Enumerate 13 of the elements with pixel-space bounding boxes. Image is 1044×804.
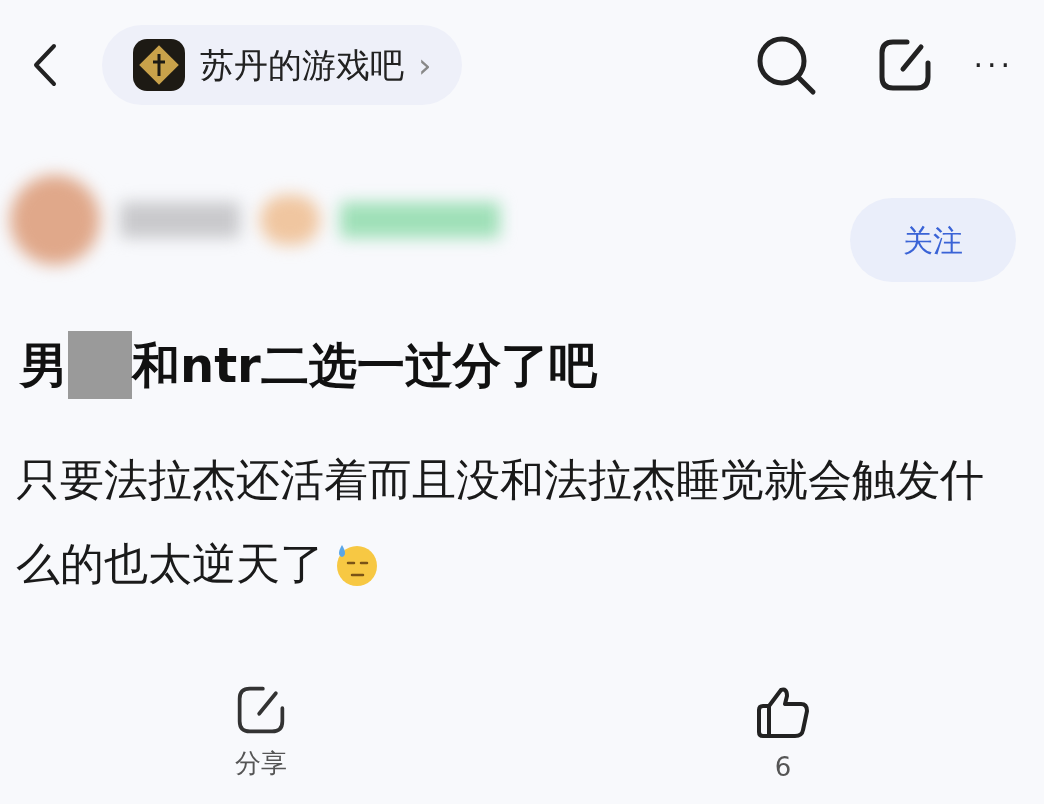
follow-button[interactable]: 关注 [850, 198, 1016, 282]
share-label: 分享 [235, 747, 287, 780]
post-title: 男 [20, 336, 68, 395]
forum-pill[interactable]: 苏丹的游戏吧 › [102, 25, 462, 105]
more-button[interactable]: ··· [973, 42, 1014, 88]
forum-name[interactable]: 苏丹的游戏吧 [200, 39, 404, 91]
forum-logo-icon [132, 38, 186, 92]
search-icon[interactable] [755, 34, 818, 96]
post-body: 只要法拉杰还活着而且没和法拉杰睡觉就会触发什么的也太逆天了 [16, 453, 985, 591]
like-count: 6 [774, 751, 792, 784]
edit-icon[interactable] [877, 37, 934, 93]
post-title: 和ntr二选一过分了吧 [132, 336, 597, 395]
share-icon[interactable] [235, 684, 287, 736]
